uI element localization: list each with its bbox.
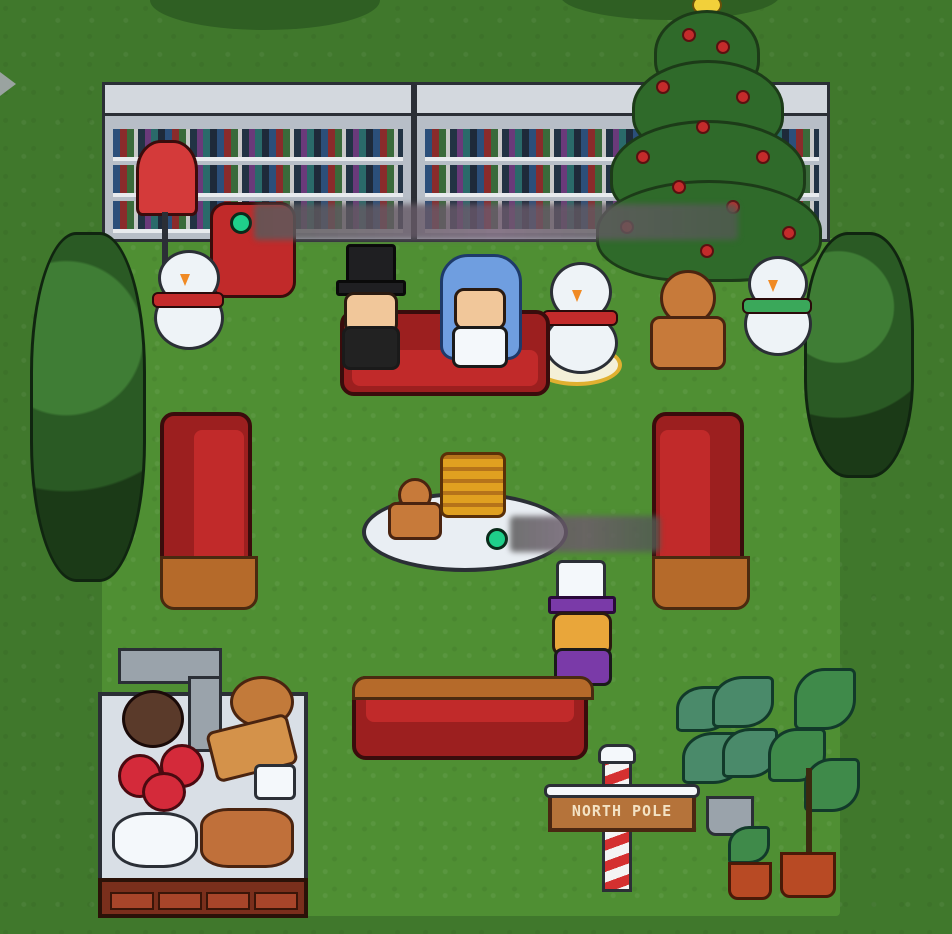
potted-plant-small[interactable]: [724, 826, 772, 900]
butter-dish: [254, 764, 296, 800]
snowman-right[interactable]: [730, 256, 822, 356]
player-status-dot: [486, 528, 508, 550]
gingerbread-cookie: [388, 478, 442, 540]
sofa-bottom[interactable]: [352, 676, 594, 760]
player-nametag[interactable]: [510, 516, 660, 552]
teapot[interactable]: [112, 812, 198, 868]
avatar-top-hat[interactable]: [336, 244, 406, 370]
avatar-blue-hair[interactable]: [434, 254, 526, 368]
sofa-left[interactable]: [160, 412, 258, 610]
avatar-chef-hat[interactable]: [544, 560, 620, 686]
counter-drawers: [98, 878, 308, 918]
stand-mixer[interactable]: [118, 648, 222, 752]
sofa-right[interactable]: [652, 412, 750, 610]
sign-post-snowcap: [598, 744, 636, 764]
christmas-tree[interactable]: [596, 0, 822, 290]
north-pole-sign[interactable]: NORTH POLE: [548, 792, 696, 832]
player-status-dot: [230, 212, 252, 234]
player-nametag[interactable]: [254, 204, 738, 240]
bush-left: [30, 232, 146, 582]
cookie-plate: [200, 808, 294, 868]
gingerbread-character[interactable]: [648, 270, 726, 370]
edge-arrow-icon[interactable]: [0, 72, 16, 96]
potted-plant-tall[interactable]: [764, 668, 860, 900]
potted-plant-large[interactable]: [676, 676, 778, 836]
candy-apples: [118, 744, 208, 812]
snowman-left[interactable]: [140, 250, 236, 350]
cookie-stack: [440, 452, 506, 518]
